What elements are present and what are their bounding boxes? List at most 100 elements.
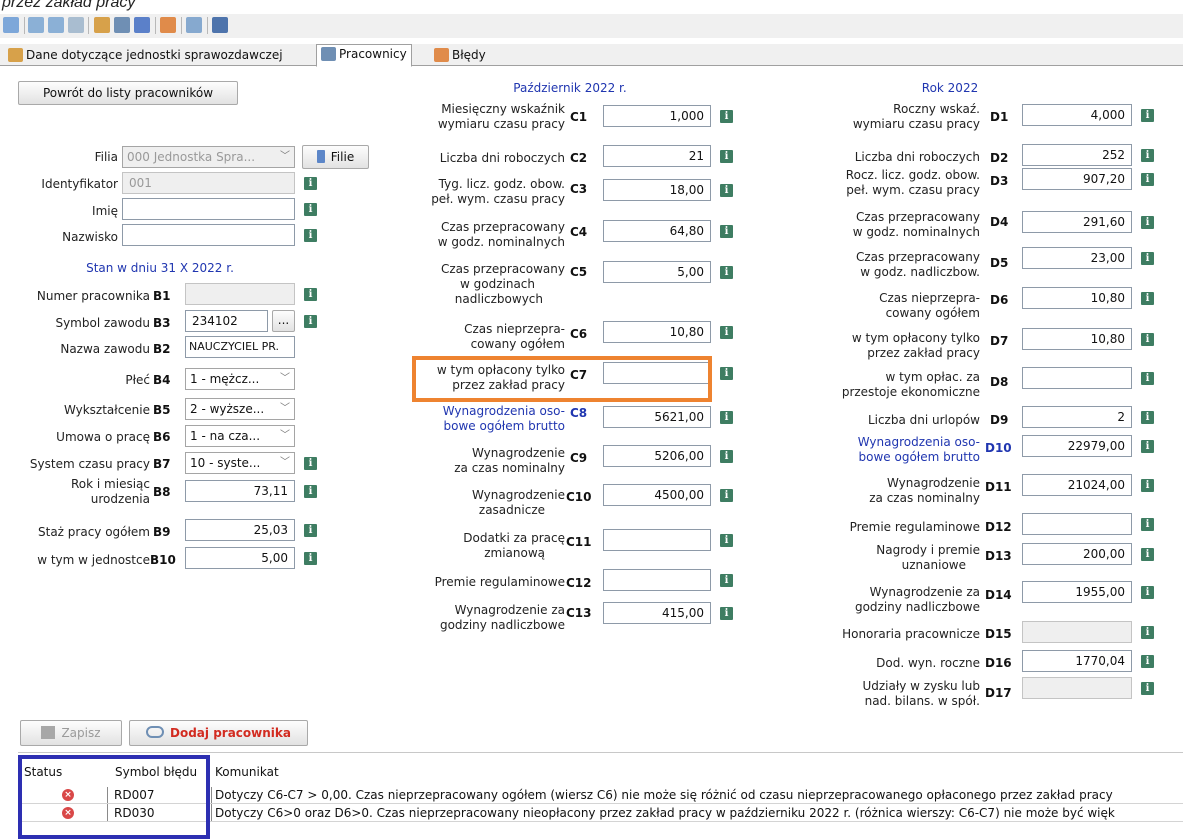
save-button[interactable]: Zapisz [20,720,122,746]
b2-input[interactable]: NAUCZYCIEL PR. [185,336,295,358]
add-employee-button[interactable]: Dodaj pracownika [129,720,308,746]
info-icon[interactable]: i [720,411,733,424]
filie-button[interactable]: Filie [302,145,369,169]
info-icon[interactable]: i [720,110,733,123]
info-icon[interactable]: i [1141,216,1154,229]
print-icon[interactable] [3,17,19,33]
info-icon[interactable]: i [1141,372,1154,385]
info-icon[interactable]: i [304,203,317,216]
info-icon[interactable]: i [1141,655,1154,668]
c3-input[interactable]: 18,00 [603,179,711,201]
info-icon[interactable]: i [720,574,733,587]
c8-input[interactable]: 5621,00 [603,406,711,428]
b10-input[interactable]: 5,00 [185,547,295,569]
b4-select[interactable]: 1 - mężcz... ﹀ [185,368,295,390]
d16-input[interactable]: 1770,04 [1022,650,1132,672]
info-icon[interactable]: i [1141,548,1154,561]
hierarchy-icon[interactable] [212,17,228,33]
info-icon[interactable]: i [1141,586,1154,599]
info-icon[interactable]: i [720,266,733,279]
info-icon[interactable]: i [1141,252,1154,265]
info-icon[interactable]: i [1141,682,1154,695]
info-icon[interactable]: i [304,485,317,498]
b6-select[interactable]: 1 - na cza... ﹀ [185,425,295,447]
d14-input[interactable]: 1955,00 [1022,581,1132,603]
info-icon[interactable]: i [1141,292,1154,305]
c9-input[interactable]: 5206,00 [603,445,711,467]
d5-input[interactable]: 23,00 [1022,247,1132,269]
d1-input[interactable]: 4,000 [1022,104,1132,126]
info-icon[interactable]: i [1141,149,1154,162]
d4-input[interactable]: 291,60 [1022,211,1132,233]
info-icon[interactable]: i [304,177,317,190]
info-icon[interactable]: i [304,229,317,242]
d9-input[interactable]: 2 [1022,406,1132,428]
nazwisko-input[interactable] [122,224,295,246]
d6-input[interactable]: 10,80 [1022,287,1132,309]
back-to-list-button[interactable]: Powrót do listy pracowników [18,81,238,105]
d17-input[interactable] [1022,677,1132,699]
c5-input[interactable]: 5,00 [603,261,711,283]
info-icon[interactable]: i [304,288,317,301]
c10-input[interactable]: 4500,00 [603,484,711,506]
d7-input[interactable]: 10,80 [1022,328,1132,350]
window-icon[interactable] [186,17,202,33]
imie-input[interactable] [122,198,295,220]
info-icon[interactable]: i [720,326,733,339]
info-icon[interactable]: i [1141,518,1154,531]
b3-browse-button[interactable]: ... [272,310,295,332]
info-icon[interactable]: i [1141,411,1154,424]
people-icon[interactable] [160,17,176,33]
info-icon[interactable]: i [720,607,733,620]
d11-input[interactable]: 21024,00 [1022,474,1132,496]
d8-input[interactable] [1022,367,1132,389]
d10-input[interactable]: 22979,00 [1022,435,1132,457]
c11-input[interactable] [603,529,711,551]
c12-input[interactable] [603,569,711,591]
d2-input[interactable]: 252 [1022,144,1132,166]
d12-input[interactable] [1022,513,1132,535]
tab-dane-jednostki[interactable]: Dane dotyczące jednostki sprawozdawczej [4,46,287,66]
info-icon[interactable]: i [1141,173,1154,186]
import-icon[interactable] [28,17,44,33]
filia-select[interactable]: 000 Jednostka Spra... ﹀ [122,146,295,168]
d3-input[interactable]: 907,20 [1022,168,1132,190]
c13-input[interactable]: 415,00 [603,602,711,624]
info-icon[interactable]: i [304,524,317,537]
c2-input[interactable]: 21 [603,145,711,167]
info-icon[interactable]: i [720,534,733,547]
info-icon[interactable]: i [304,457,317,470]
info-icon[interactable]: i [1141,626,1154,639]
tab-pracownicy[interactable]: Pracownicy [316,44,412,67]
home-icon[interactable] [94,17,110,33]
info-icon[interactable]: i [1141,440,1154,453]
b9-input[interactable]: 25,03 [185,519,295,541]
b8-input[interactable]: 73,11 [185,480,295,502]
upload-icon[interactable] [68,17,84,33]
copy-icon[interactable] [134,17,150,33]
export-icon[interactable] [48,17,64,33]
tab-bledy[interactable]: Błędy [430,46,490,66]
info-icon[interactable]: i [1141,479,1154,492]
info-icon[interactable]: i [1141,109,1154,122]
d15-input[interactable] [1022,621,1132,643]
b3-input[interactable]: 234102 [185,310,268,332]
d13-input[interactable]: 200,00 [1022,543,1132,565]
glasses-icon[interactable] [114,17,130,33]
identyfikator-input[interactable]: 001 [122,172,295,194]
info-icon[interactable]: i [304,552,317,565]
c1-input[interactable]: 1,000 [603,105,711,127]
info-icon[interactable]: i [720,450,733,463]
c6-input[interactable]: 10,80 [603,321,711,343]
info-icon[interactable]: i [720,367,733,380]
info-icon[interactable]: i [1141,333,1154,346]
info-icon[interactable]: i [720,184,733,197]
info-icon[interactable]: i [720,489,733,502]
b7-select[interactable]: 10 - syste... ﹀ [185,452,295,474]
info-icon[interactable]: i [304,315,317,328]
c4-input[interactable]: 64,80 [603,220,711,242]
info-icon[interactable]: i [720,150,733,163]
b1-input[interactable] [185,283,295,305]
info-icon[interactable]: i [720,225,733,238]
b5-select[interactable]: 2 - wyższe... ﹀ [185,398,295,420]
